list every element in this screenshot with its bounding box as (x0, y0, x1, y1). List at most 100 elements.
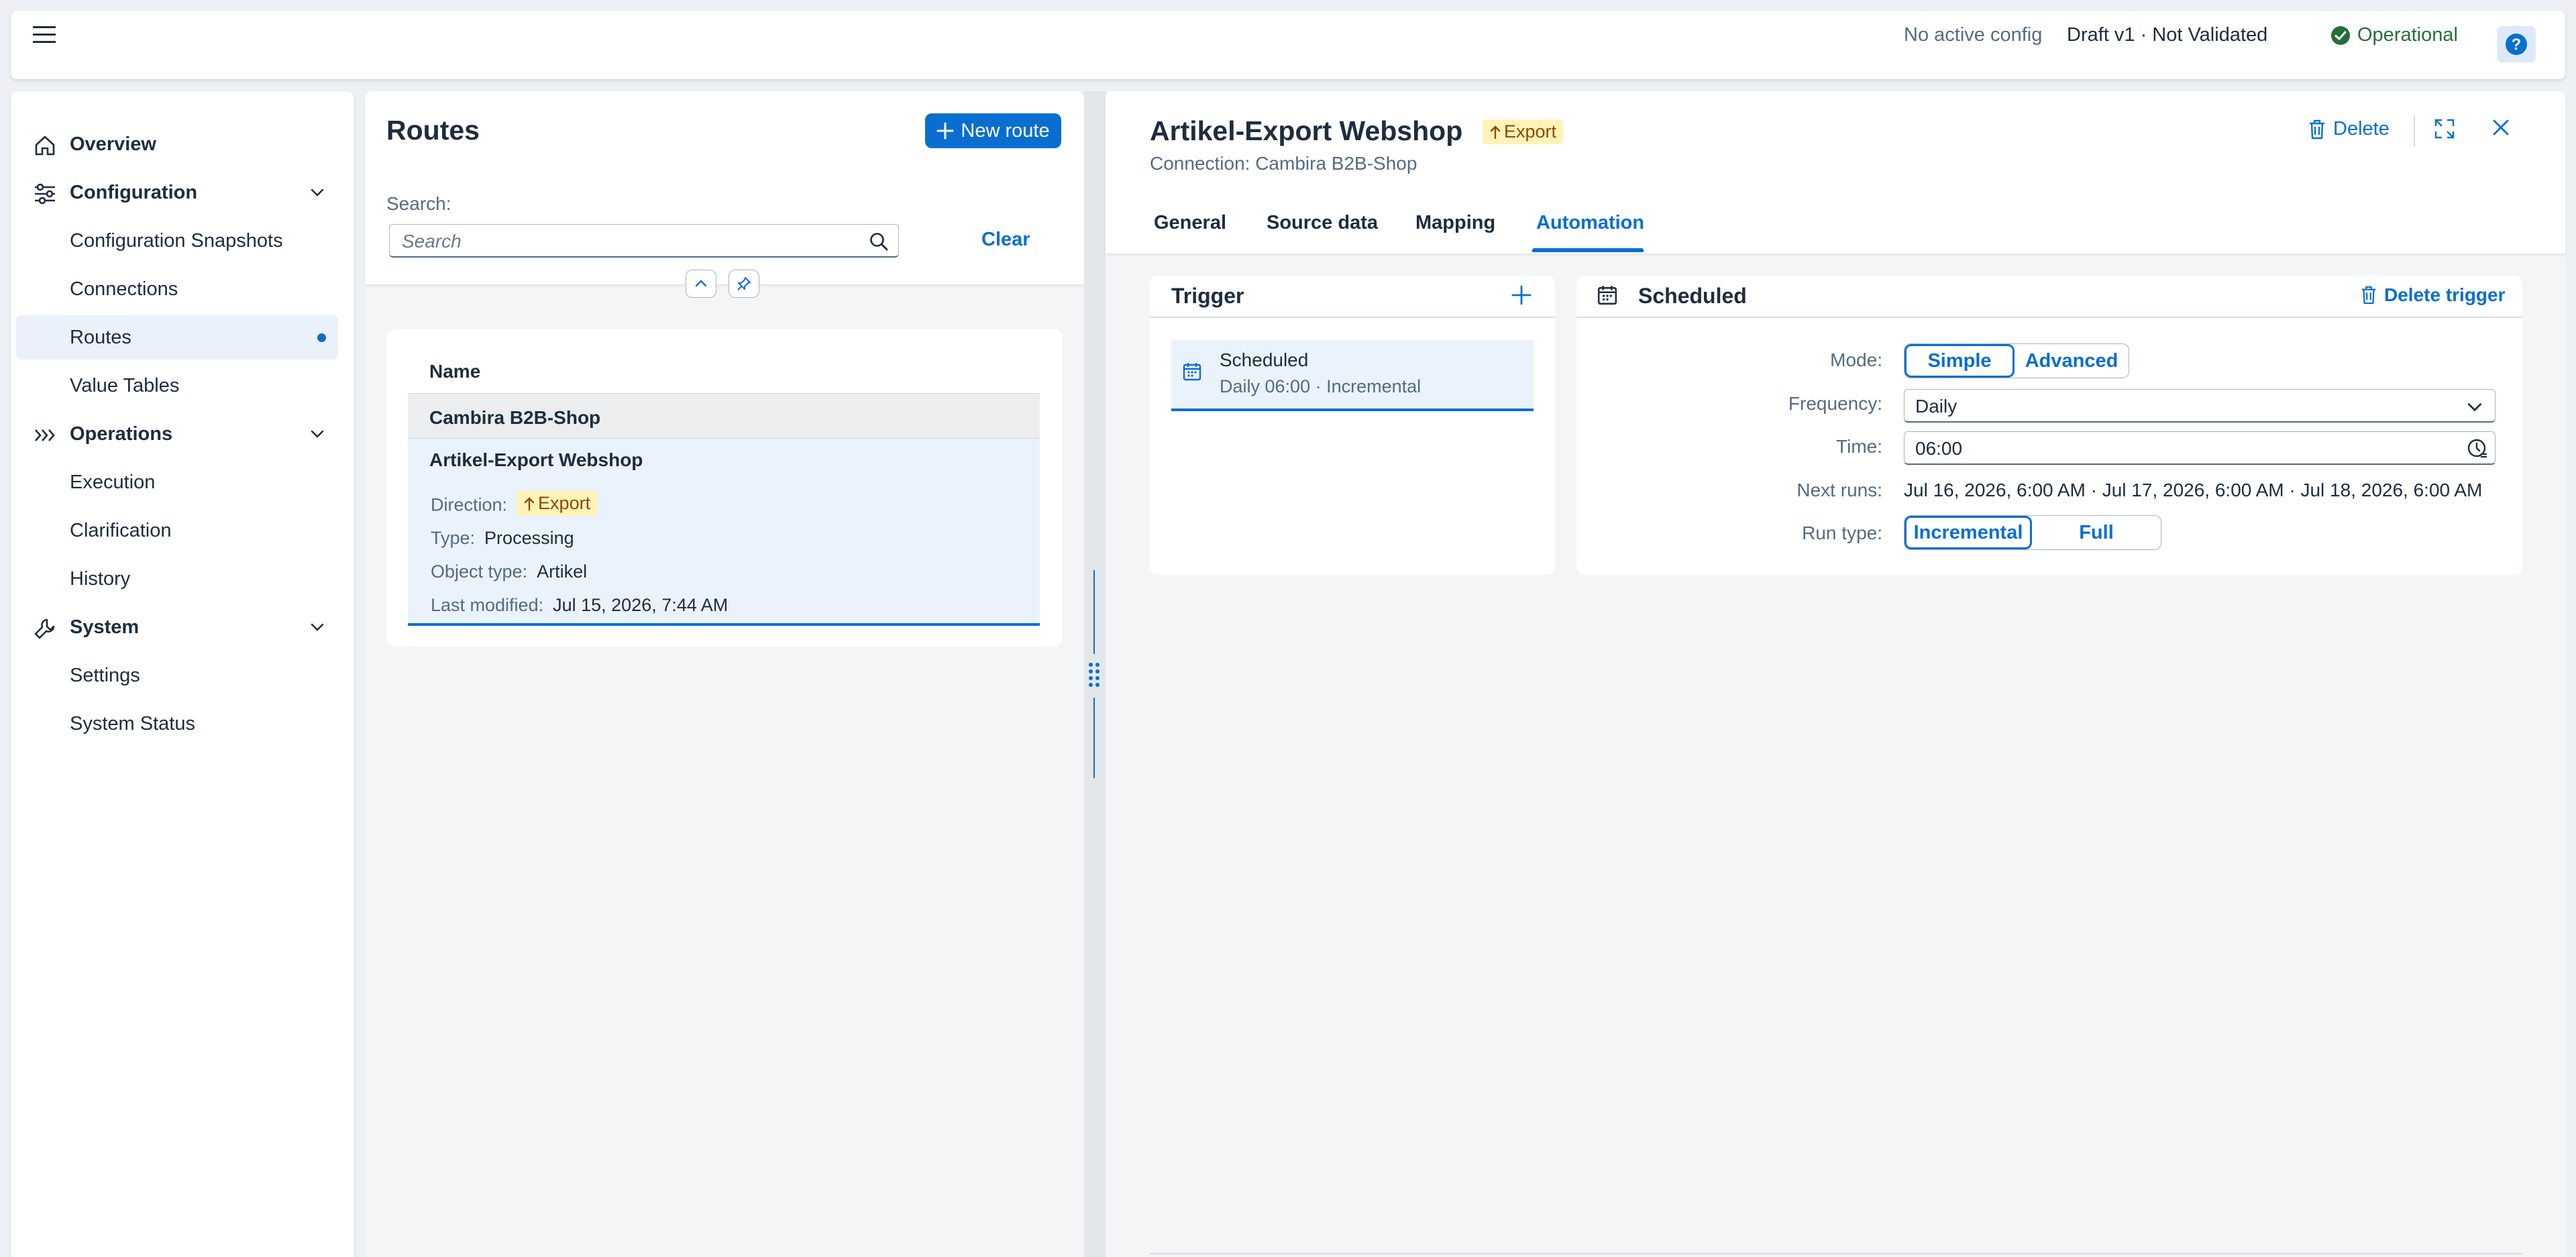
run-type-segmented-control[interactable]: Incremental Full (1904, 515, 2161, 550)
mode-segmented-control[interactable]: Simple Advanced (1904, 343, 2129, 378)
sidebar-item-label: Clarification (70, 519, 172, 541)
drag-handle-icon[interactable] (1087, 661, 1102, 689)
sidebar-item-history[interactable]: History (16, 557, 338, 601)
run-type-label: Run type: (1802, 523, 1882, 543)
tab-general[interactable]: General (1154, 212, 1226, 234)
plus-icon (936, 122, 954, 140)
new-route-button[interactable]: New route (925, 113, 1061, 148)
sidebar-item-execution[interactable]: Execution (16, 460, 338, 504)
delete-route-button[interactable]: Delete (2308, 118, 2390, 140)
route-direction: Direction: Export (431, 491, 598, 516)
group-header-label: Cambira B2B-Shop (429, 407, 601, 428)
route-last-modified: Last modified: Jul 15, 2026, 7:44 AM (431, 595, 728, 616)
route-object-type: Object type: Artikel (431, 561, 587, 582)
chevron-down-icon (311, 430, 324, 438)
run-type-incremental-button[interactable]: Incremental (1904, 516, 2032, 549)
fullscreen-button[interactable] (2434, 118, 2455, 140)
sidebar-item-label: Configuration Snapshots (70, 229, 283, 252)
table-row[interactable]: Artikel-Export Webshop Direction: Export … (408, 439, 1040, 626)
hamburger-menu-button[interactable] (30, 20, 59, 50)
tab-source-data[interactable]: Source data (1267, 212, 1378, 234)
sidebar-item-connections[interactable]: Connections (16, 267, 338, 311)
toolbar-separator (2414, 115, 2415, 146)
mode-label: Mode: (1830, 349, 1882, 370)
close-panel-button[interactable] (2491, 118, 2510, 137)
sidebar-item-label: System Status (70, 712, 195, 734)
routes-title: Routes (386, 115, 480, 146)
last-modified-value: Jul 15, 2026, 7:44 AM (553, 595, 729, 615)
group-header-row[interactable]: Cambira B2B-Shop (408, 393, 1040, 439)
search-field[interactable] (389, 224, 899, 258)
trigger-item-name: Scheduled (1220, 349, 1309, 370)
sliders-icon (35, 183, 55, 205)
time-input[interactable] (1915, 437, 2425, 460)
frequency-label: Frequency: (1788, 393, 1882, 414)
sidebar-item-configuration-snapshots[interactable]: Configuration Snapshots (16, 219, 338, 263)
sidebar-item-label: Routes (70, 326, 131, 348)
pin-header-button[interactable] (729, 270, 759, 298)
route-type: Type: Processing (431, 528, 574, 549)
time-picker-icon[interactable] (2467, 438, 2488, 459)
delete-label: Delete (2333, 118, 2390, 140)
sidebar-item-label: History (70, 567, 131, 590)
time-label: Time: (1836, 436, 1882, 457)
next-runs-value: Jul 16, 2026, 6:00 AM · Jul 17, 2026, 6:… (1904, 480, 2483, 500)
sidebar-item-routes[interactable]: Routes (16, 315, 338, 360)
column-header-name[interactable]: Name (429, 361, 480, 382)
sidebar-item-label: Execution (70, 471, 156, 493)
wrench-icon (34, 618, 55, 639)
search-input[interactable] (402, 230, 845, 253)
direction-badge: Export (1483, 119, 1564, 144)
calendar-icon (1183, 363, 1201, 381)
sidebar-item-label: Value Tables (70, 374, 180, 396)
draft-version-status[interactable]: Draft v1 · Not Validated (2067, 24, 2267, 46)
tab-automation[interactable]: Automation (1536, 212, 1644, 234)
time-field[interactable] (1904, 431, 2496, 465)
mode-advanced-button[interactable]: Advanced (2015, 344, 2129, 378)
sidebar-group-system[interactable]: System (16, 605, 338, 649)
next-runs-label: Next runs: (1796, 480, 1882, 500)
clear-button[interactable]: Clear (981, 229, 1030, 251)
sidebar-item-clarification[interactable]: Clarification (16, 508, 338, 553)
trash-icon (2310, 119, 2324, 139)
chevron-down-icon (311, 623, 324, 631)
close-icon (2493, 119, 2509, 135)
sidebar-item-system-status[interactable]: System Status (16, 702, 338, 746)
arrow-up-icon (1490, 125, 1501, 139)
collapse-header-button[interactable] (686, 270, 716, 298)
tab-mapping[interactable]: Mapping (1415, 212, 1495, 234)
trigger-list-item[interactable]: Scheduled Daily 06:00 · Incremental (1171, 340, 1534, 411)
menu-icon (33, 26, 56, 43)
search-icon[interactable] (869, 231, 889, 252)
sidebar-item-value-tables[interactable]: Value Tables (16, 364, 338, 408)
splitter-line (1093, 698, 1095, 778)
trigger-card-title: Trigger (1171, 284, 1244, 308)
help-button[interactable]: ? (2497, 26, 2536, 62)
system-status-indicator[interactable]: Operational (2330, 24, 2458, 46)
sidebar-group-operations[interactable]: Operations (16, 412, 338, 456)
object-type-label: Object type: (431, 561, 528, 582)
route-connection-subtitle: Connection: Cambira B2B-Shop (1150, 153, 1417, 174)
add-trigger-button[interactable] (1511, 284, 1532, 306)
last-modified-label: Last modified: (431, 595, 544, 615)
chevron-down-icon (2467, 403, 2482, 412)
divider (1576, 317, 2522, 318)
search-label: Search: (386, 193, 451, 214)
sidebar-group-configuration[interactable]: Configuration (16, 170, 338, 215)
sidebar-item-label: Configuration (70, 181, 198, 203)
divider (1150, 317, 1555, 318)
check-circle-icon (2331, 25, 2350, 45)
mode-simple-button[interactable]: Simple (1904, 344, 2015, 378)
selected-indicator-dot (317, 333, 326, 342)
frequency-value: Daily (1915, 396, 1957, 417)
help-icon: ? (2506, 34, 2527, 55)
trigger-item-description: Daily 06:00 · Incremental (1220, 376, 1421, 396)
sidebar-item-label: Settings (70, 664, 140, 686)
run-type-full-button[interactable]: Full (2032, 516, 2161, 549)
type-value: Processing (484, 528, 574, 548)
sidebar-item-overview[interactable]: Overview (16, 122, 338, 166)
pin-icon (737, 277, 751, 290)
delete-trigger-button[interactable]: Delete trigger (2360, 284, 2506, 306)
sidebar-item-settings[interactable]: Settings (16, 653, 338, 698)
frequency-select[interactable]: Daily (1904, 389, 2496, 423)
